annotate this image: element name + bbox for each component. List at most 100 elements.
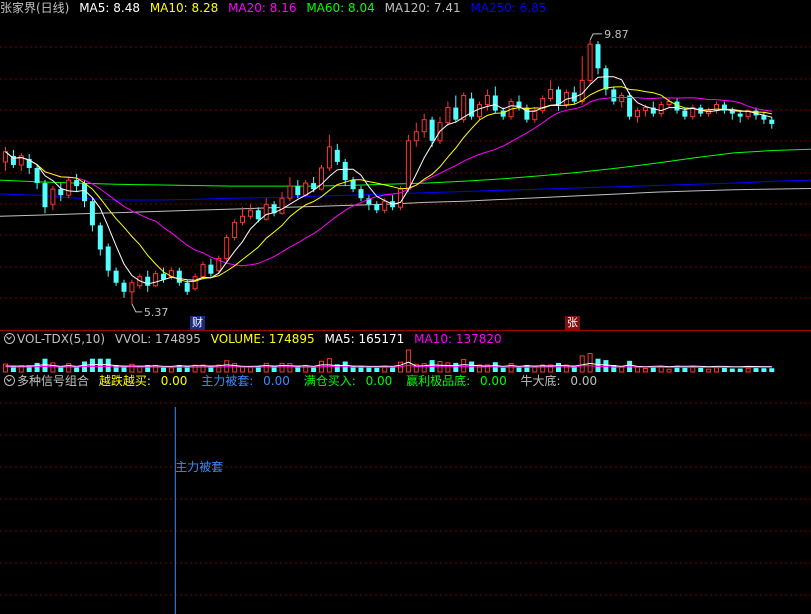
limit-up-marker[interactable]: 张 <box>565 316 580 330</box>
signal-indicator-name[interactable]: 多种信号组合 <box>17 374 89 388</box>
ma10-label: MA10: 8.28 <box>149 1 219 15</box>
volume-bar-up <box>287 363 293 373</box>
ma20-line <box>5 97 772 267</box>
volume-bar-down <box>753 368 759 372</box>
candle-body-down <box>611 89 617 102</box>
candle-body-down <box>429 119 435 141</box>
candle-body-up <box>287 185 293 199</box>
vol-ma5-line <box>5 361 772 368</box>
candle-body-down <box>350 180 356 190</box>
volume-bar-down <box>682 367 688 372</box>
volume-bar-up <box>421 363 427 373</box>
candle-body-down <box>492 95 498 111</box>
volume-bar-up <box>579 355 585 373</box>
volume-bar-down <box>761 368 767 372</box>
candle-body-down <box>769 119 775 124</box>
volume-bar-down <box>374 367 380 372</box>
candle-body-down <box>453 107 459 120</box>
volume-bar-up <box>587 353 593 373</box>
signal-item-3: 满仓买入: 0.00 <box>303 374 393 388</box>
volume-bar-up <box>642 368 648 373</box>
candle-body-down <box>176 270 182 283</box>
candle-body-up <box>263 203 269 220</box>
candle-body-up <box>326 146 332 169</box>
candle-body-down <box>74 180 80 187</box>
signal-item-5: 牛大底: 0.00 <box>520 374 598 388</box>
candle-body-down <box>208 264 214 274</box>
volume-bar-down <box>453 362 459 372</box>
volume-bar-down <box>556 362 561 372</box>
candle-body-down <box>89 201 95 226</box>
ma5-line <box>5 76 772 285</box>
ma20-label: MA20: 8.16 <box>228 1 297 15</box>
candle-body-down <box>374 204 380 211</box>
volume-bar-down <box>729 368 735 372</box>
candle-body-down <box>342 161 348 181</box>
candle-body-up <box>303 182 309 196</box>
ma250-label: MA250: 6.85 <box>470 1 547 15</box>
price-panel[interactable]: 9.87 5.37 张家界(日线) MA5: 8.48 MA10: 8.28 MA… <box>0 0 811 330</box>
volume-bar-down <box>721 367 727 372</box>
candle-body-up <box>421 119 427 133</box>
candle-body-up <box>240 215 245 223</box>
high-pointer <box>589 33 603 41</box>
volume-bar-down <box>390 367 396 372</box>
volume-bar-up <box>635 366 640 373</box>
volume-bar-up <box>714 367 719 373</box>
vol-ma5-label: MA5: 165171 <box>324 332 405 346</box>
candle-body-down <box>295 186 301 196</box>
volume-bar-up <box>405 349 411 373</box>
finance-marker[interactable]: 财 <box>190 316 205 330</box>
candle-body-up <box>619 95 625 103</box>
volume-bar-down <box>161 367 166 372</box>
signal-item-4: 赢利极品底: 0.00 <box>406 374 507 388</box>
volume-header: VOL-TDX(5,10) VVOL: 174895 VOLUME: 17489… <box>0 331 508 347</box>
low-pointer <box>131 303 142 313</box>
candle-body-up <box>129 282 135 293</box>
candle-body-up <box>587 43 593 81</box>
candle-body-up <box>382 200 388 211</box>
volume-bar-down <box>769 368 775 372</box>
volume-bar-down <box>698 367 704 372</box>
volume-bar-up <box>263 362 269 373</box>
candle-body-up <box>192 276 198 290</box>
signal-panel[interactable]: 主力被套 多种信号组合 越跌越买: 0.00 主力被套: 0.00 满仓买入: … <box>0 373 811 614</box>
volume-bar-up <box>279 362 285 373</box>
candle-body-down <box>682 110 688 117</box>
expand-icon[interactable] <box>4 333 15 344</box>
volume-bar-down <box>311 367 317 372</box>
volume-bar-down <box>516 367 522 372</box>
low-price-label: 5.37 <box>144 306 169 319</box>
volume-indicator-name[interactable]: VOL-TDX(5,10) <box>17 332 105 346</box>
candle-body-down <box>737 113 743 117</box>
candlestick-chart[interactable]: 9.87 5.37 <box>0 0 811 330</box>
candle-body-down <box>113 270 119 283</box>
candle-body-up <box>200 264 206 278</box>
volume-bar-up <box>168 367 174 373</box>
candle-body-down <box>595 44 601 69</box>
ma120-label: MA120: 7.41 <box>384 1 461 15</box>
volume-bar-up <box>745 367 751 373</box>
volume-bar-down <box>500 367 506 372</box>
expand-icon[interactable] <box>4 375 15 386</box>
volume-panel[interactable]: VOL-TDX(5,10) VVOL: 174895 VOLUME: 17489… <box>0 331 811 373</box>
candle-body-up <box>224 236 230 260</box>
candle-body-down <box>358 189 364 199</box>
candle-body-down <box>105 246 111 271</box>
volume-bar-up <box>666 368 672 373</box>
candle-body-down <box>255 210 261 220</box>
candle-body-down <box>58 189 64 196</box>
candle-body-down <box>524 107 530 120</box>
signal-chart[interactable]: 主力被套 <box>0 373 811 614</box>
candle-body-up <box>579 79 585 103</box>
candle-body-up <box>232 221 238 238</box>
signal-item-1: 越跌越买: 0.00 <box>98 374 188 388</box>
candle-body-up <box>532 110 538 121</box>
price-header: 张家界(日线) MA5: 8.48 MA10: 8.28 MA20: 8.16 … <box>0 0 552 16</box>
candle-body-down <box>556 89 561 105</box>
vol-ma10-label: MA10: 137820 <box>414 332 502 346</box>
candle-body-down <box>97 225 103 250</box>
ma60-line <box>0 148 811 187</box>
candle-body-down <box>500 110 506 117</box>
candle-body-down <box>34 167 40 184</box>
